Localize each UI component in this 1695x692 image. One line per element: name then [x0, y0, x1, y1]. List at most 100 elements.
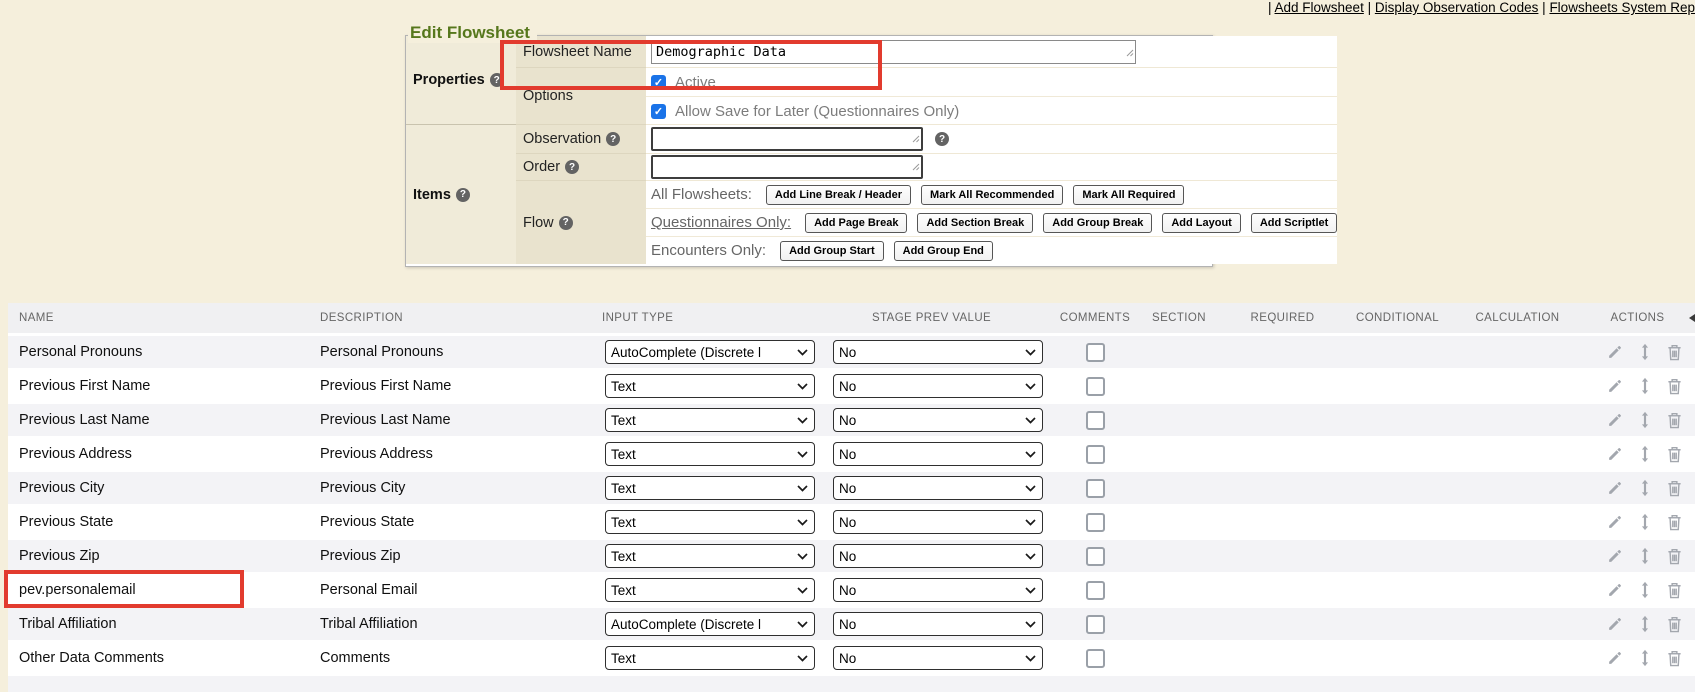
flowsheet-name-input[interactable]: Demographic Data [651, 40, 1136, 64]
stage-prev-value-select[interactable]: No [833, 646, 1043, 670]
order-input[interactable] [651, 155, 923, 179]
edit-icon[interactable] [1606, 445, 1624, 463]
delete-icon[interactable] [1666, 343, 1683, 361]
stage-prev-value-select[interactable]: No [833, 442, 1043, 466]
comments-checkbox[interactable] [1086, 581, 1105, 600]
input-type-select[interactable]: Text [605, 442, 815, 466]
flow-group-label: Encounters Only: [651, 242, 766, 259]
help-icon[interactable]: ? [456, 188, 470, 202]
move-icon[interactable] [1638, 547, 1652, 565]
table-header: NAME DESCRIPTION INPUT TYPE STAGE PREV V… [8, 303, 1695, 333]
move-icon[interactable] [1638, 445, 1652, 463]
option-checkbox[interactable]: ✓ [651, 104, 666, 119]
delete-icon[interactable] [1666, 615, 1683, 633]
input-type-select[interactable]: Text [605, 510, 815, 534]
option-checkbox[interactable]: ✓ [651, 75, 666, 90]
move-icon[interactable] [1638, 581, 1652, 599]
move-icon[interactable] [1638, 479, 1652, 497]
flow-button[interactable]: Add Group Start [780, 241, 884, 261]
edit-icon[interactable] [1606, 411, 1624, 429]
resize-grip-icon[interactable] [912, 158, 920, 176]
input-type-select[interactable]: Text [605, 408, 815, 432]
delete-icon[interactable] [1666, 513, 1683, 531]
flow-button[interactable]: Add Section Break [917, 213, 1033, 233]
table-row: Previous City Previous City Text No [8, 472, 1695, 506]
input-type-select[interactable]: AutoComplete (Discrete l [605, 340, 815, 364]
flow-button[interactable]: Add Scriptlet [1251, 213, 1337, 233]
comments-checkbox[interactable] [1086, 547, 1105, 566]
comments-checkbox[interactable] [1086, 513, 1105, 532]
delete-icon[interactable] [1666, 377, 1683, 395]
move-icon[interactable] [1638, 411, 1652, 429]
stage-prev-value-select[interactable]: No [833, 374, 1043, 398]
edit-icon[interactable] [1606, 343, 1624, 361]
input-type-select[interactable]: Text [605, 646, 815, 670]
delete-icon[interactable] [1666, 445, 1683, 463]
move-icon[interactable] [1638, 377, 1652, 395]
move-icon[interactable] [1638, 649, 1652, 667]
flow-button[interactable]: Mark All Required [1073, 185, 1184, 205]
collapse-arrow-icon[interactable] [1689, 312, 1695, 324]
flow-button[interactable]: Add Group Break [1043, 213, 1152, 233]
delete-icon[interactable] [1666, 581, 1683, 599]
flow-button[interactable]: Add Line Break / Header [766, 185, 911, 205]
option-label: Active [675, 74, 716, 91]
delete-icon[interactable] [1666, 649, 1683, 667]
help-icon[interactable]: ? [565, 160, 579, 174]
comments-checkbox[interactable] [1086, 343, 1105, 362]
edit-icon[interactable] [1606, 513, 1624, 531]
input-type-select[interactable]: Text [605, 578, 815, 602]
edit-icon[interactable] [1606, 649, 1624, 667]
top-link[interactable]: Add Flowsheet [1275, 0, 1364, 15]
table-row: pev.personalemail Personal Email Text No [8, 574, 1695, 608]
comments-checkbox[interactable] [1086, 377, 1105, 396]
stage-prev-value-select[interactable]: No [833, 612, 1043, 636]
stage-prev-value-select[interactable]: No [833, 544, 1043, 568]
stage-prev-value-select[interactable]: No [833, 578, 1043, 602]
delete-icon[interactable] [1666, 479, 1683, 497]
edit-icon[interactable] [1606, 581, 1624, 599]
flow-button[interactable]: Add Group End [894, 241, 993, 261]
flow-button[interactable]: Add Layout [1162, 213, 1241, 233]
comments-checkbox[interactable] [1086, 479, 1105, 498]
help-icon[interactable]: ? [935, 132, 949, 146]
delete-icon[interactable] [1666, 547, 1683, 565]
flow-button[interactable]: Mark All Recommended [921, 185, 1063, 205]
stage-prev-value-select[interactable]: No [833, 408, 1043, 432]
input-type-select[interactable]: Text [605, 476, 815, 500]
table-row: Other Data Comments Comments Text No [8, 642, 1695, 676]
top-link[interactable]: Display Observation Codes [1375, 0, 1539, 15]
row-description: Previous City [320, 480, 602, 496]
edit-icon[interactable] [1606, 479, 1624, 497]
comments-checkbox[interactable] [1086, 615, 1105, 634]
stage-prev-value-select[interactable]: No [833, 340, 1043, 364]
delete-icon[interactable] [1666, 411, 1683, 429]
edit-icon[interactable] [1606, 377, 1624, 395]
move-icon[interactable] [1638, 513, 1652, 531]
row-name: Previous State [8, 514, 320, 530]
move-icon[interactable] [1638, 343, 1652, 361]
edit-icon[interactable] [1606, 547, 1624, 565]
table-row: Previous State Previous State Text No [8, 506, 1695, 540]
observation-input[interactable] [651, 127, 923, 151]
stage-prev-value-select[interactable]: No [833, 510, 1043, 534]
resize-grip-icon[interactable] [1126, 44, 1134, 62]
input-type-select[interactable]: Text [605, 544, 815, 568]
top-link[interactable]: Flowsheets System Rep [1549, 0, 1695, 15]
move-icon[interactable] [1638, 615, 1652, 633]
stage-prev-value-select[interactable]: No [833, 476, 1043, 500]
help-icon[interactable]: ? [559, 216, 573, 230]
comments-checkbox[interactable] [1086, 411, 1105, 430]
row-name: pev.personalemail [8, 582, 320, 598]
flow-button[interactable]: Add Page Break [805, 213, 907, 233]
help-icon[interactable]: ? [490, 73, 504, 87]
input-type-select[interactable]: Text [605, 374, 815, 398]
comments-checkbox[interactable] [1086, 649, 1105, 668]
comments-checkbox[interactable] [1086, 445, 1105, 464]
input-type-select[interactable]: AutoComplete (Discrete l [605, 612, 815, 636]
edit-icon[interactable] [1606, 615, 1624, 633]
flow-group-label: All Flowsheets: [651, 186, 752, 203]
chevron-down-icon [1025, 383, 1036, 390]
help-icon[interactable]: ? [606, 132, 620, 146]
resize-grip-icon[interactable] [912, 130, 920, 148]
